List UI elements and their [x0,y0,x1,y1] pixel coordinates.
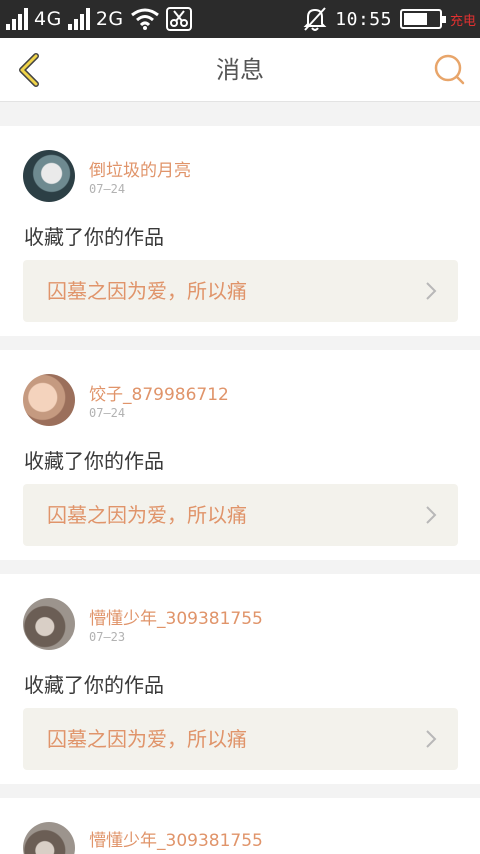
work-title: 囚墓之因为爱，所以痛 [47,279,247,303]
work-link[interactable]: 囚墓之因为爱，所以痛 [23,260,458,322]
bell-muted-icon [303,7,327,31]
signal-strength-icon [6,8,28,30]
chevron-right-icon [426,282,437,300]
message-action-text: 收藏了你的作品 [24,225,164,249]
avatar[interactable] [23,374,75,426]
work-title: 囚墓之因为爱，所以痛 [47,727,247,751]
message-card: 饺子_879986712 07—24 收藏了你的作品 囚墓之因为爱，所以痛 [0,350,480,560]
message-date: 07—24 [89,182,126,196]
battery-icon [399,9,446,29]
message-date: 07—23 [89,630,126,644]
wifi-icon [130,8,159,30]
work-title: 囚墓之因为爱，所以痛 [47,503,247,527]
message-card: 懵懂少年_309381755 [0,798,480,854]
battery-status-label: 充电 [449,13,476,29]
avatar[interactable] [23,150,75,202]
chevron-right-icon [426,506,437,524]
avatar[interactable] [23,598,75,650]
clock-time: 10:55 [335,8,392,30]
scissors-icon [165,7,192,31]
work-link[interactable]: 囚墓之因为爱，所以痛 [23,484,458,546]
message-action-text: 收藏了你的作品 [24,673,164,697]
page-title: 消息 [216,56,264,84]
chevron-right-icon [426,730,437,748]
top-navigation-bar: 消息 [0,38,480,102]
status-bar: 4G 2G 10:55 充电 [0,0,480,38]
username-link[interactable]: 倒垃圾的月亮 [89,156,191,181]
work-link[interactable]: 囚墓之因为爱，所以痛 [23,708,458,770]
username-link[interactable]: 懵懂少年_309381755 [89,826,263,851]
message-card: 倒垃圾的月亮 07—24 收藏了你的作品 囚墓之因为爱，所以痛 [0,126,480,336]
avatar[interactable] [23,822,75,854]
username-link[interactable]: 饺子_879986712 [89,380,229,405]
network-type-label: 2G [95,8,124,30]
search-icon [434,54,465,85]
username-link[interactable]: 懵懂少年_309381755 [89,604,263,629]
message-action-text: 收藏了你的作品 [24,449,164,473]
message-card: 懵懂少年_309381755 07—23 收藏了你的作品 囚墓之因为爱，所以痛 [0,574,480,784]
search-button[interactable] [432,52,468,88]
message-date: 07—24 [89,406,126,420]
network-type-label: 4G [34,8,62,30]
signal-strength-icon [67,8,90,30]
